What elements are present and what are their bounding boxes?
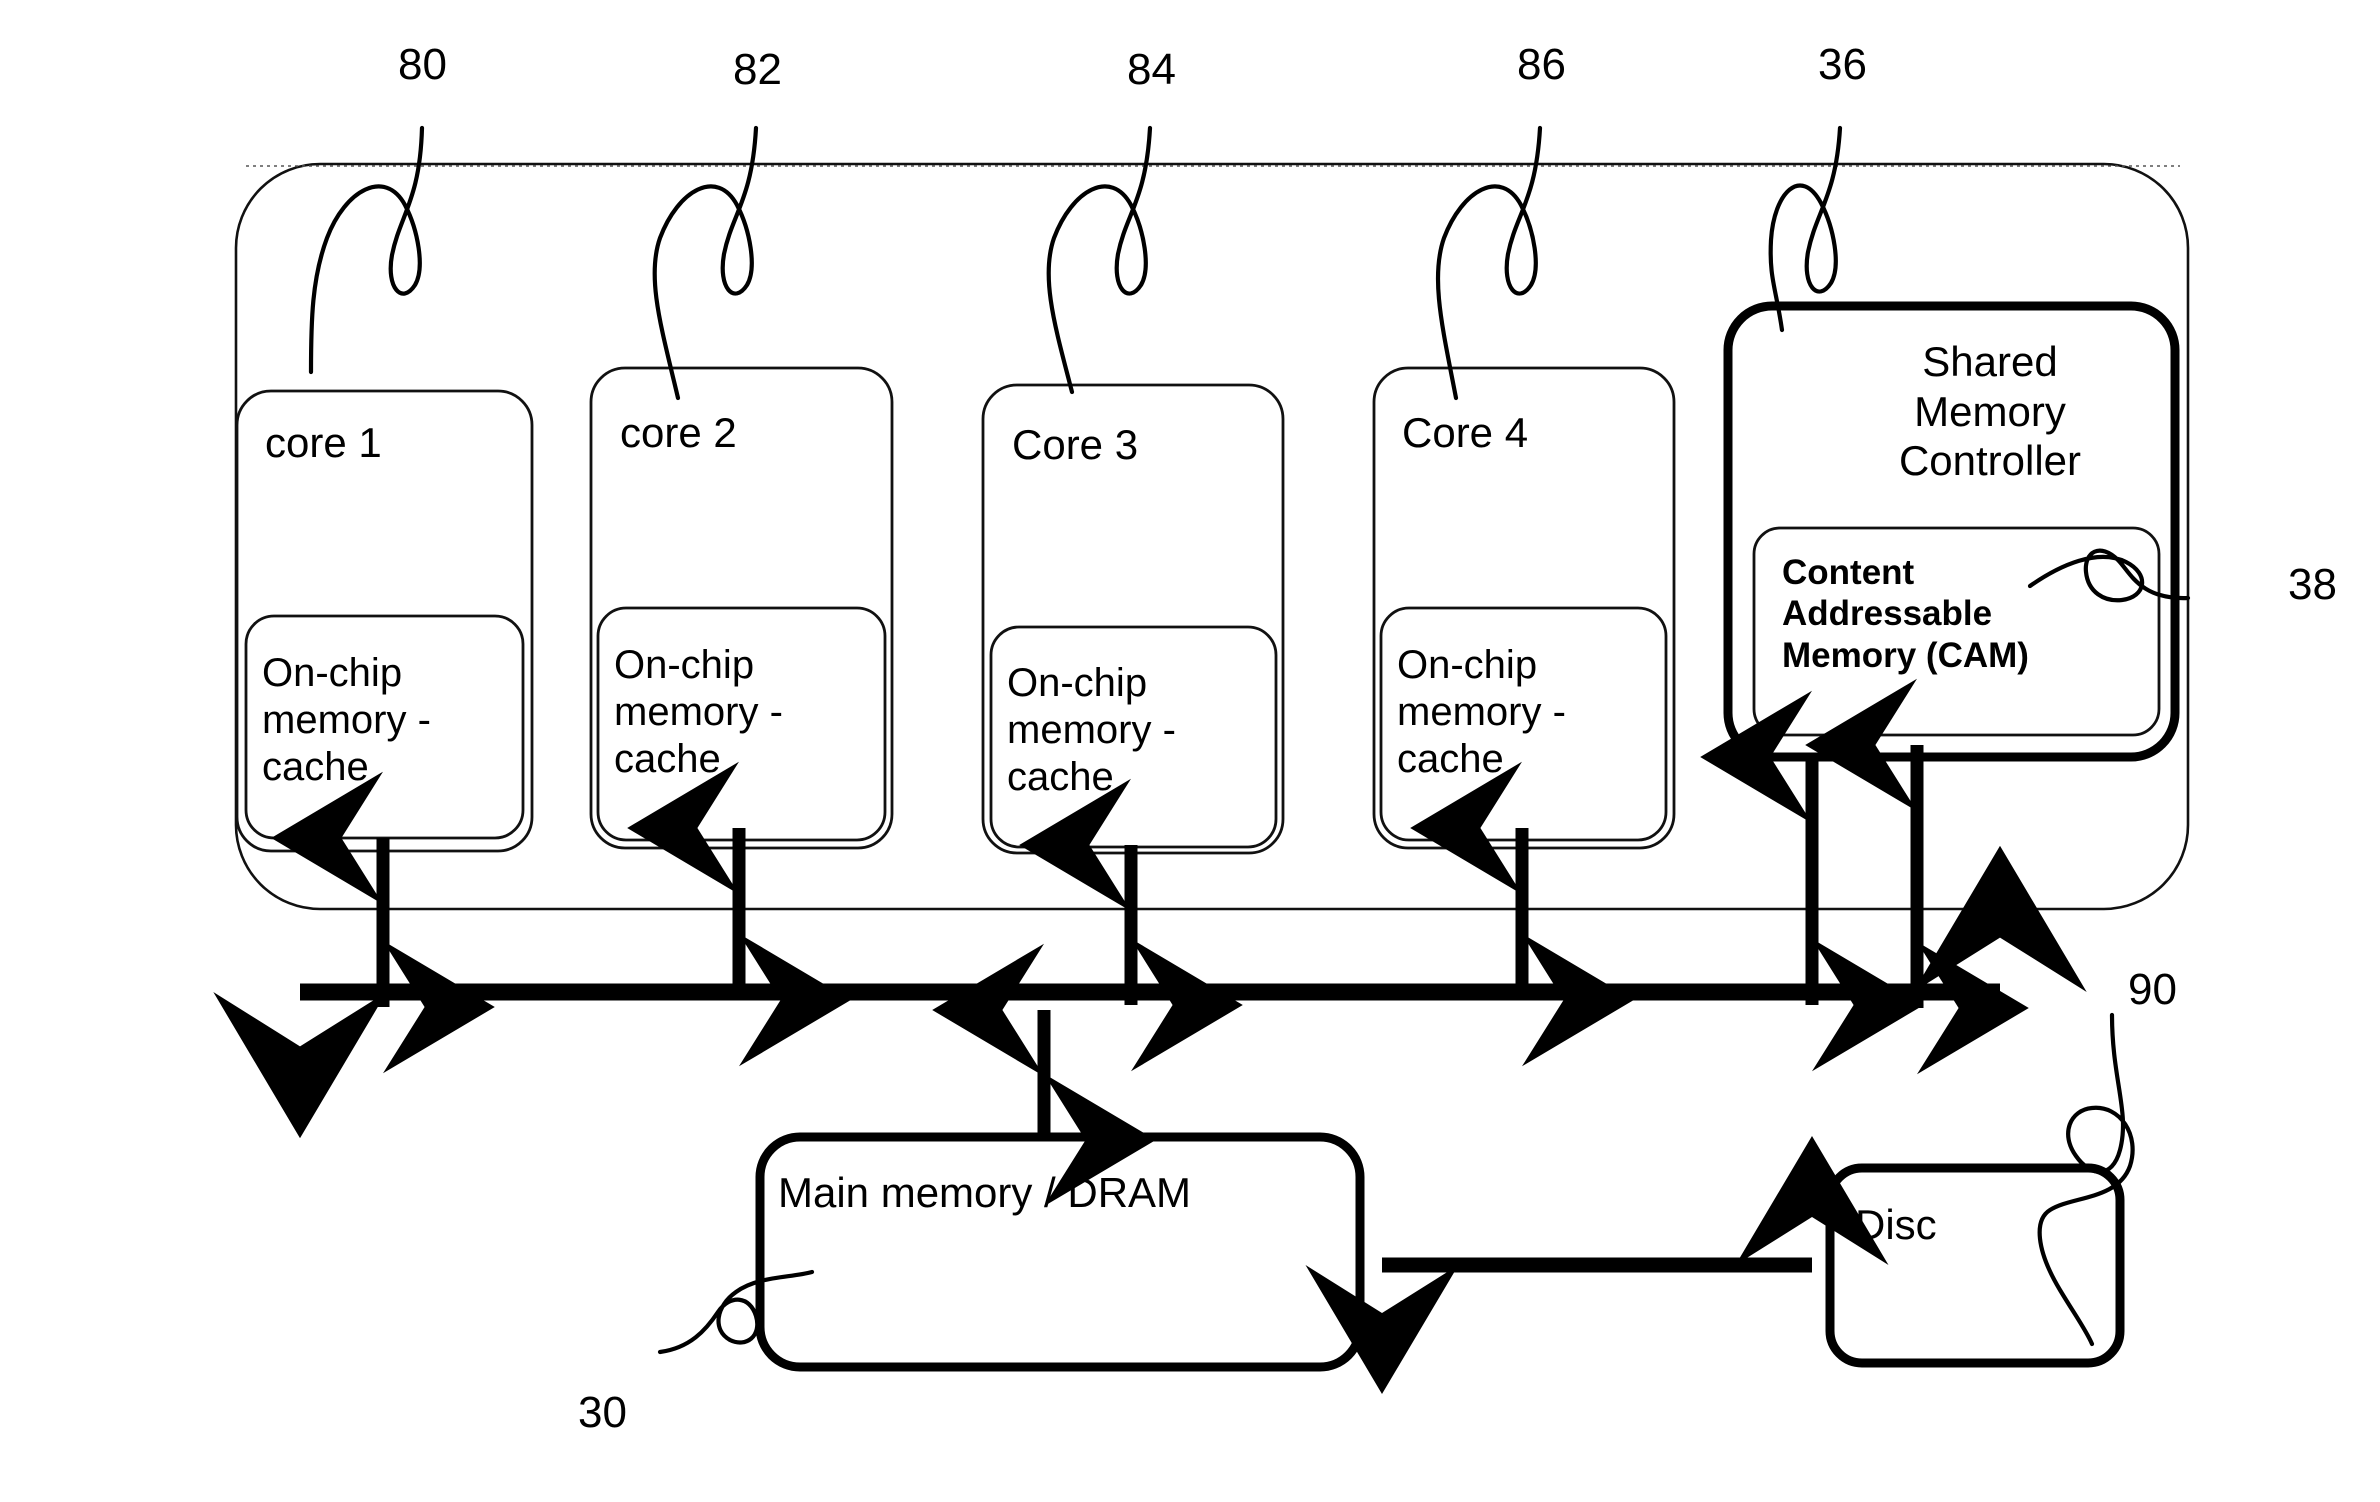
leader-36 bbox=[1768, 125, 1843, 333]
ref-number-86: 86 bbox=[1517, 40, 1566, 89]
core-4-cache-label: On-chip memory - cache bbox=[1397, 643, 1566, 782]
disc-box bbox=[1825, 1163, 2125, 1368]
ref-number-80: 80 bbox=[398, 40, 447, 89]
core-2-cache-label: On-chip memory - cache bbox=[614, 643, 783, 782]
chip-outer-container bbox=[234, 162, 2190, 911]
leader-30 bbox=[657, 1269, 815, 1355]
ref-number-36: 36 bbox=[1818, 40, 1867, 89]
leader-86 bbox=[1435, 125, 1543, 401]
figure-canvas: 80 82 84 86 36 38 90 30 core 1 core 2 Co… bbox=[0, 0, 2380, 1502]
disc-label: Disc bbox=[1855, 1201, 1937, 1248]
ref-number-38: 38 bbox=[2288, 560, 2337, 609]
ref-number-84: 84 bbox=[1127, 45, 1176, 94]
main-memory-label: Main memory / DRAM bbox=[778, 1169, 1192, 1216]
ref-number-90: 90 bbox=[2128, 965, 2177, 1014]
ref-number-82: 82 bbox=[733, 45, 782, 94]
core-3-title: Core 3 bbox=[1012, 421, 1139, 468]
core-3-cache-label: On-chip memory - cache bbox=[1007, 661, 1176, 800]
core-4-title: Core 4 bbox=[1402, 409, 1529, 456]
cam-label: Content Addressable Memory (CAM) bbox=[1782, 553, 2029, 675]
core-2-title: core 2 bbox=[620, 409, 737, 456]
leader-84 bbox=[1046, 125, 1153, 395]
core-1-cache-label: On-chip memory - cache bbox=[262, 651, 431, 790]
shared-memory-controller-title: Shared Memory Controller bbox=[1898, 338, 2082, 485]
leader-82 bbox=[652, 125, 759, 401]
core-1-title: core 1 bbox=[265, 419, 382, 466]
bus-connector-arrows bbox=[271, 678, 2029, 1207]
ref-number-30: 30 bbox=[578, 1388, 627, 1437]
leader-38 bbox=[2027, 548, 2191, 603]
